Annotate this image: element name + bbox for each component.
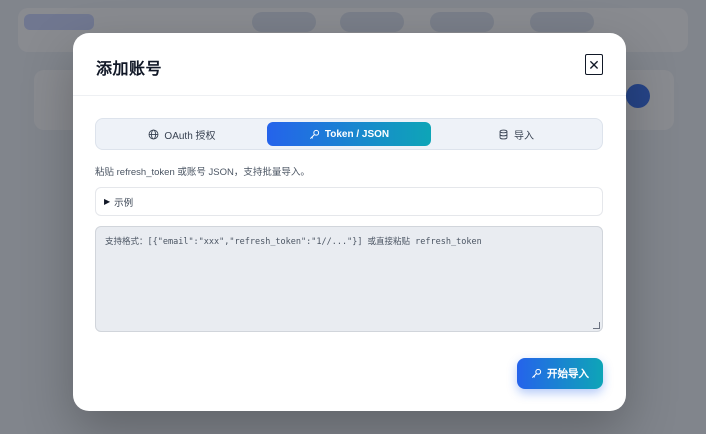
tab-label: Token / JSON: [324, 128, 390, 140]
tab-oauth[interactable]: OAuth 授权: [100, 122, 264, 146]
tab-label: 导入: [514, 130, 534, 142]
tab-bar: OAuth 授权 Token / JSON 导入: [95, 118, 603, 150]
dialog-header: 添加账号 ✕: [73, 33, 626, 96]
instruction-text: 粘贴 refresh_token 或账号 JSON，支持批量导入。: [95, 167, 310, 178]
database-icon: [499, 129, 508, 139]
disclosure-triangle-icon: ▶: [104, 197, 111, 206]
tab-token-json[interactable]: Token / JSON: [267, 122, 431, 146]
example-label: 示例: [114, 197, 134, 209]
textarea-placeholder: 支持格式：[{"email":"xxx","refresh_token":"1/…: [105, 237, 482, 247]
token-json-textarea[interactable]: 支持格式：[{"email":"xxx","refresh_token":"1/…: [95, 226, 603, 332]
key-icon: [532, 368, 542, 378]
tab-label: OAuth 授权: [164, 130, 216, 142]
close-icon: ✕: [588, 56, 600, 73]
start-import-label: 开始导入: [547, 368, 589, 380]
dialog-title: 添加账号: [96, 61, 163, 78]
start-import-button[interactable]: 开始导入: [517, 358, 603, 389]
resize-handle-icon[interactable]: [593, 322, 600, 329]
key-icon: [309, 129, 319, 139]
tab-import[interactable]: 导入: [434, 122, 598, 146]
add-account-dialog: 添加账号 ✕ OAuth 授权 Token / JSON 导入 粘贴 refre…: [73, 33, 626, 411]
example-disclosure[interactable]: ▶ 示例: [95, 187, 603, 216]
close-button[interactable]: ✕: [585, 54, 603, 75]
globe-icon: [149, 129, 159, 139]
